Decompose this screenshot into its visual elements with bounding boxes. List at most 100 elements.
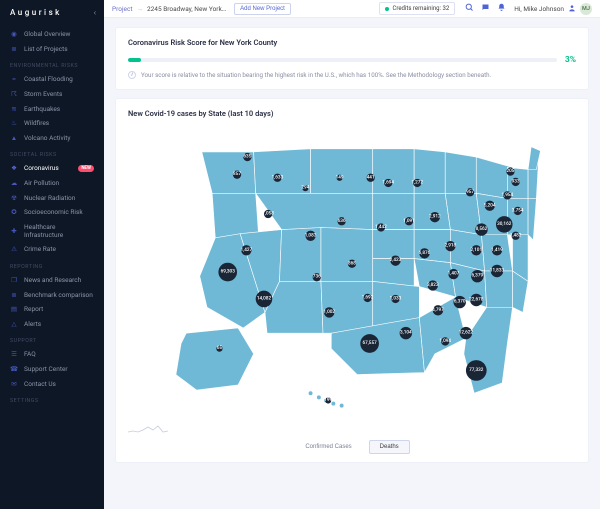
sidebar-icon: ≈	[10, 75, 18, 83]
map-card: New Covid-19 cases by State (last 10 day…	[116, 99, 588, 462]
map-bubble-label: 30,162	[497, 221, 512, 227]
map-bubble-label: 636	[338, 218, 346, 224]
sidebar-item-coastal-flooding[interactable]: ≈Coastal Flooding	[0, 72, 104, 87]
sidebar-item-healthcare-infrastructure[interactable]: ✚Healthcare Infrastructure	[0, 220, 104, 243]
map-bubble-label: 2,101	[470, 247, 482, 253]
sidebar-item-label: List of Projects	[24, 45, 68, 53]
sidebar-item-support-center[interactable]: ☎Support Center	[0, 362, 104, 377]
sidebar-item-label: Volcano Activity	[24, 134, 70, 142]
sidebar-item-benchmark-comparison[interactable]: ≣ Benchmark comparison	[0, 287, 104, 302]
sidebar-icon: ☁	[10, 179, 18, 187]
sidebar-icon: ♨	[10, 119, 18, 127]
breadcrumb-root[interactable]: Project	[112, 5, 132, 13]
sidebar-item-air-pollution[interactable]: ☁ Air Pollution	[0, 176, 104, 191]
map-bubble-label: 6,876	[419, 250, 431, 256]
map-bubble-label: 69,303	[221, 269, 236, 275]
sidebar-item-list-of-projects[interactable]: ≣List of Projects	[0, 42, 104, 57]
map-bubble-label: 1,442	[375, 224, 387, 230]
score-card: Coronavirus Risk Score for New York Coun…	[116, 28, 588, 89]
user-block[interactable]: Hi, Mike Johnson MJ	[514, 3, 592, 15]
greeting: Hi, Mike Johnson	[514, 5, 564, 13]
sidebar-item-label: FAQ	[24, 350, 36, 358]
sidebar-item-storm-events[interactable]: ☈ Storm Events	[0, 87, 104, 102]
sidebar-item-label: Socioeconomic Risk	[24, 208, 83, 216]
sidebar-icon: ❖	[10, 164, 18, 172]
sidebar-item-label: Contact Us	[24, 380, 56, 388]
sidebar-item-alerts[interactable]: △Alerts	[0, 317, 104, 332]
map-bubble-label: 149	[336, 174, 344, 180]
sidebar-item-socioeconomic-risk[interactable]: ✪ Socioeconomic Risk	[0, 205, 104, 220]
map-bubble-label: 3,823	[427, 282, 439, 288]
score-fill	[128, 58, 141, 62]
sidebar-item-label: News and Research	[24, 276, 81, 284]
map-bubble-label: 1,002	[323, 309, 335, 315]
sidebar-item-label: Benchmark comparison	[24, 291, 93, 299]
chevron-right-icon: →	[136, 5, 143, 13]
sidebar-icon: ▤	[10, 305, 18, 313]
sidebar-nav: ◉Global Overview≣List of ProjectsEnviron…	[0, 23, 104, 407]
sidebar-icon: ✉	[10, 380, 18, 388]
add-project-button[interactable]: Add New Project	[234, 3, 291, 15]
map-bubble-label: 6,370	[454, 299, 466, 305]
map-bubble-label: 12,622	[459, 330, 474, 336]
sidebar-icon: △	[10, 320, 18, 328]
map-bubble-label: 1,427	[241, 247, 253, 253]
sidebar-section-label: Societal risks	[0, 145, 104, 161]
map-bubble-label: 1,058	[262, 211, 274, 217]
map-bubble-label: 1,033	[390, 295, 402, 301]
map-bubble-label: 1,694	[382, 179, 394, 185]
sidebar-item-nuclear-radiation[interactable]: ☢Nuclear Radiation	[0, 190, 104, 205]
sidebar-item-report[interactable]: ▤ Report	[0, 302, 104, 317]
us-map[interactable]: 8571,0581,42769,30314,0826351,6332941,08…	[128, 126, 576, 416]
sidebar-icon: ▲	[10, 134, 18, 142]
map-bubble-label: 3,754	[512, 207, 524, 213]
map-bubble-label: 77,332	[469, 367, 484, 373]
map-bubble-label: 635	[243, 154, 251, 160]
sidebar-item-label: Report	[24, 305, 43, 313]
map-bubble-label: 1,272	[411, 179, 423, 185]
credits-badge[interactable]: Credits remaining: 32	[379, 2, 455, 15]
bell-icon[interactable]	[497, 3, 506, 14]
score-note-text: Your score is relative to the situation …	[141, 71, 491, 79]
chevron-left-icon[interactable]: ‹	[94, 8, 96, 17]
user-icon	[568, 4, 576, 14]
sidebar-item-global-overview[interactable]: ◉Global Overview	[0, 27, 104, 42]
search-icon[interactable]	[465, 3, 474, 14]
sidebar-item-wildfires[interactable]: ♨Wildfires	[0, 116, 104, 131]
credits-label: Credits remaining: 32	[392, 5, 449, 12]
sidebar-item-contact-us[interactable]: ✉ Contact Us	[0, 376, 104, 391]
sidebar-item-label: Earthquakes	[24, 105, 60, 113]
sidebar-item-news-and-research[interactable]: ❐News and Research	[0, 273, 104, 288]
segment-deaths[interactable]: Deaths	[369, 440, 410, 454]
map-bubble-label: 2,918	[445, 243, 457, 249]
sidebar-item-label: Air Pollution	[24, 179, 59, 187]
info-icon: i	[128, 71, 136, 79]
brand-logo: Augurisk	[10, 8, 62, 17]
map-bubble-label: 1,633	[272, 174, 284, 180]
sidebar-item-volcano-activity[interactable]: ▲ Volcano Activity	[0, 131, 104, 146]
breadcrumb-current: 2245 Broadway, New York…	[147, 5, 226, 13]
chat-icon[interactable]	[481, 3, 490, 14]
sidebar-item-coronavirus[interactable]: ❖CoronavirusNEW	[0, 161, 104, 176]
sidebar-item-label: Nuclear Radiation	[24, 194, 75, 202]
sidebar-section-label: Settings	[0, 391, 104, 407]
map-bubble-label: 1,482	[510, 232, 522, 238]
map-bubble-label: 1,091	[403, 218, 415, 224]
map-bubble-label: 22,678	[469, 297, 484, 303]
logo-row: Augurisk ‹	[0, 5, 104, 23]
sidebar-icon: ✪	[10, 208, 18, 216]
map-segment-control: Confirmed Cases Deaths	[128, 440, 576, 454]
sidebar-item-earthquakes[interactable]: ≋Earthquakes	[0, 101, 104, 116]
map-bubble-label: 857	[233, 171, 241, 177]
map-bubble-label: 957	[466, 189, 474, 195]
sidebar-icon: ☰	[10, 350, 18, 358]
sidebar-item-label: Storm Events	[24, 90, 62, 98]
segment-confirmed-cases[interactable]: Confirmed Cases	[294, 440, 362, 454]
map-bubble-label: 6,379	[472, 273, 484, 279]
sidebar-item-faq[interactable]: ☰ FAQ	[0, 347, 104, 362]
map-bubble-label: 868	[348, 260, 356, 266]
sidebar-icon: ≣	[10, 291, 18, 299]
map-bubble-label: 199	[324, 397, 332, 403]
sidebar-icon: ☈	[10, 90, 18, 98]
sidebar-item-crime-rate[interactable]: ⚠Crime Rate	[0, 242, 104, 257]
